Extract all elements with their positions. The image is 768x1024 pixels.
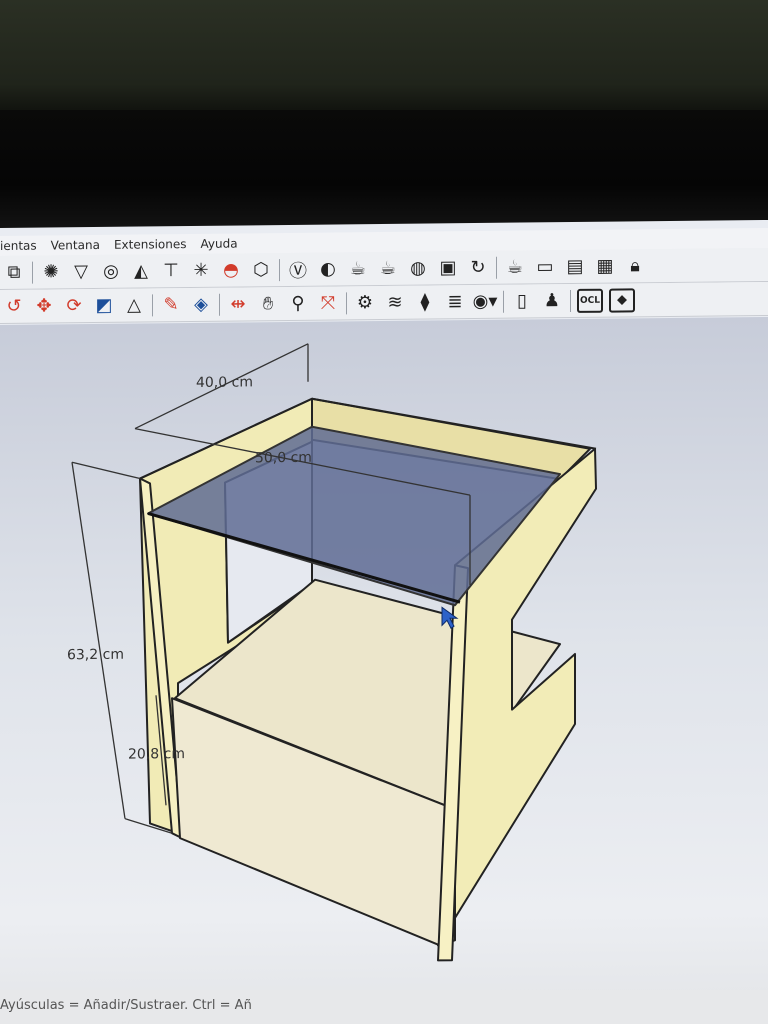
layers-icon[interactable]: ⧉ bbox=[2, 260, 26, 284]
starburst-icon[interactable]: ✳ bbox=[189, 258, 213, 282]
camera-teapot-icon[interactable]: ▦ bbox=[593, 254, 617, 278]
toolbar-separator bbox=[279, 258, 280, 281]
toolbar-separator bbox=[32, 261, 33, 284]
stack-arrow-icon[interactable]: ⧫ bbox=[413, 290, 437, 314]
paint-tag-icon[interactable]: ◆ bbox=[609, 287, 635, 313]
dome-icon[interactable]: ◓ bbox=[219, 258, 243, 282]
menu-ayuda[interactable]: Ayuda bbox=[200, 237, 237, 251]
toolbar-separator bbox=[570, 289, 571, 312]
monitor-frame bbox=[0, 110, 768, 235]
frame-icon[interactable]: ▣ bbox=[436, 256, 460, 280]
monitor-bezel bbox=[0, 0, 768, 120]
toolbar-separator bbox=[496, 256, 497, 279]
menu-herramientas[interactable]: ientas bbox=[0, 239, 37, 253]
funnel-icon[interactable]: ▽ bbox=[69, 260, 93, 284]
menu-ventana[interactable]: Ventana bbox=[51, 238, 100, 253]
dimension-depth-label: 50,0 cm bbox=[255, 450, 312, 467]
model-drawing: 40,0 cm 50,0 cm 63,2 cm 20,8 cm bbox=[67, 343, 597, 962]
gear-layers-icon[interactable]: ⚙ bbox=[353, 291, 377, 315]
height-dimension-line bbox=[71, 462, 126, 819]
pin-icon[interactable]: ⊤ bbox=[159, 259, 183, 283]
zoom-icon[interactable]: ⚲ bbox=[286, 291, 310, 315]
cube-icon[interactable]: ⬡ bbox=[249, 258, 273, 282]
triangle-icon[interactable]: △ bbox=[122, 293, 146, 317]
height-extension-top bbox=[71, 461, 141, 480]
bucket-icon[interactable]: ◈ bbox=[189, 292, 213, 316]
toolbar-separator bbox=[503, 290, 504, 313]
toolbar-separator bbox=[219, 293, 220, 316]
dimension-width-label: 40,0 cm bbox=[196, 374, 253, 391]
cone-icon[interactable]: ◭ bbox=[129, 259, 153, 283]
menu-extensiones[interactable]: Extensiones bbox=[114, 237, 187, 252]
status-bar: Ayúsculas = Añadir/Sustraer. Ctrl = Añ bbox=[0, 990, 768, 1024]
sun-shadow-icon[interactable]: ✺ bbox=[39, 260, 63, 284]
sketchup-window: ientas Ventana Extensiones Ayuda ⧉ ✺ ▽ ◎… bbox=[0, 219, 768, 1024]
refresh-icon[interactable]: ↻ bbox=[466, 255, 490, 279]
stack-icon[interactable]: ≋ bbox=[383, 290, 407, 314]
dimension-drawer-label: 20,8 cm bbox=[128, 746, 185, 763]
model-viewport[interactable]: 40,0 cm 50,0 cm 63,2 cm 20,8 cm bbox=[0, 316, 768, 1024]
document-icon[interactable]: ▯ bbox=[510, 289, 534, 313]
mirror-icon[interactable]: ⇹ bbox=[226, 292, 250, 316]
ocl-label: OCL bbox=[580, 295, 600, 306]
monitor-icon[interactable]: ▭ bbox=[533, 255, 557, 279]
teapot-icon[interactable]: ☕ bbox=[346, 257, 370, 281]
zoom-extents-icon[interactable]: ⤧ bbox=[316, 291, 340, 315]
target-icon[interactable]: ◎ bbox=[99, 259, 123, 283]
sphere-light-icon[interactable]: ◍ bbox=[406, 256, 430, 280]
vray-icon[interactable]: Ⓥ bbox=[286, 257, 310, 281]
user-menu-icon[interactable]: ◉▾ bbox=[473, 289, 498, 313]
palette-icon[interactable]: ◐ bbox=[316, 257, 340, 281]
toolbar-separator bbox=[346, 291, 347, 314]
rotate-icon[interactable]: ↺ bbox=[2, 294, 26, 318]
nightstand-model bbox=[139, 397, 597, 962]
toolbar-separator bbox=[152, 293, 153, 316]
dimension-height-label: 63,2 cm bbox=[67, 647, 124, 664]
cup-icon[interactable]: ☕ bbox=[503, 255, 527, 279]
lock-icon[interactable]: 🔒︎ bbox=[623, 254, 647, 278]
scale-icon[interactable]: ◩ bbox=[92, 293, 116, 317]
status-text: Ayúsculas = Añadir/Sustraer. Ctrl = Añ bbox=[0, 998, 252, 1013]
paint-icon[interactable]: ✎ bbox=[159, 293, 183, 317]
window-icon[interactable]: ▤ bbox=[563, 254, 587, 278]
stack-gear-icon[interactable]: ≣ bbox=[443, 290, 467, 314]
hand-icon[interactable]: ✋︎ bbox=[256, 292, 280, 316]
ocl-icon[interactable]: OCL bbox=[577, 288, 603, 313]
person-icon[interactable]: ♟ bbox=[540, 289, 564, 313]
move-icon[interactable]: ✥ bbox=[32, 294, 56, 318]
teapot-render-icon[interactable]: ☕ bbox=[376, 256, 400, 280]
cycle-icon[interactable]: ⟳ bbox=[62, 294, 86, 318]
